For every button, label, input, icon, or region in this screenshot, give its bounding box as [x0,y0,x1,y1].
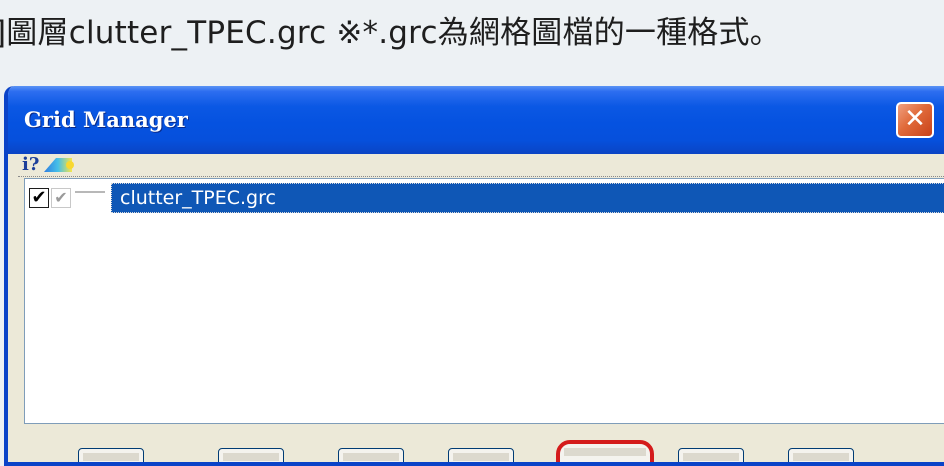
selected-row-highlight[interactable]: clutter_TPEC.grc [111,183,944,213]
visibility-checkbox[interactable]: ✔ [29,188,49,208]
toolbar: i? [18,154,944,177]
list-item-label: clutter_TPEC.grc [120,187,276,209]
button-bar [8,426,944,462]
close-icon: ✕ [904,104,926,134]
layer-color-icon[interactable] [42,156,76,174]
close-button[interactable]: ✕ [896,102,934,138]
highlighted-button[interactable] [556,440,654,462]
title-bar[interactable]: Grid Manager ✕ [8,86,944,154]
secondary-checkbox[interactable]: ✔ [51,188,71,208]
info-icon[interactable]: i? [22,154,39,176]
grid-manager-window: Grid Manager ✕ i? ✔ ✔ clutter_TPEC.grc [4,86,944,466]
page-caption: ]圖層clutter_TPEC.grc ※*.grc為網格圖檔的一種格式。 [0,15,781,51]
grid-file-icon [75,191,105,205]
window-title: Grid Manager [24,107,188,132]
list-item[interactable]: ✔ ✔ clutter_TPEC.grc [29,183,944,213]
grid-list[interactable]: ✔ ✔ clutter_TPEC.grc [24,178,944,424]
